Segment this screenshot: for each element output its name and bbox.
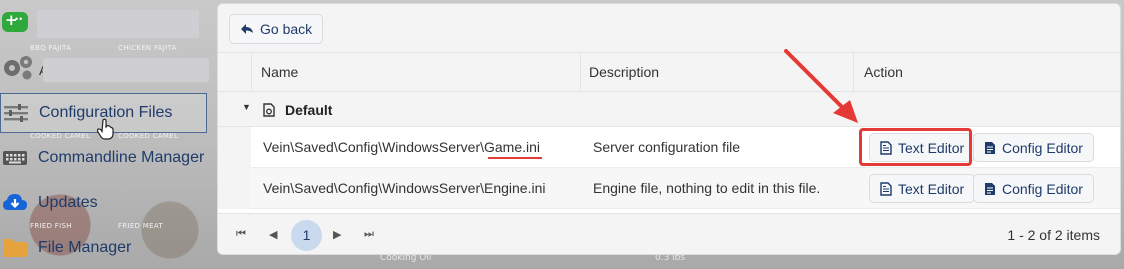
- sidebar-item-label: Updates: [38, 194, 98, 211]
- file-name-cell: Vein\Saved\Config\WindowsServer\Game.ini: [263, 139, 541, 155]
- column-separator: [580, 53, 581, 92]
- row-indent: [218, 168, 251, 209]
- sidebar-item-updates[interactable]: Updates: [0, 183, 210, 223]
- go-back-button[interactable]: Go back: [229, 14, 324, 44]
- column-header-description[interactable]: Description: [589, 53, 659, 92]
- page-1-button[interactable]: 1: [291, 220, 322, 251]
- go-back-label: Go back: [260, 21, 313, 37]
- column-separator: [853, 53, 854, 92]
- toolbar: Go back: [218, 4, 1120, 53]
- first-page-icon[interactable]: ⏮: [236, 228, 246, 241]
- pager-info: 1 - 2 of 2 items: [1007, 227, 1100, 243]
- column-header-action[interactable]: Action: [864, 53, 903, 92]
- gears-icon[interactable]: [0, 54, 34, 80]
- previous-page-icon[interactable]: ◀: [269, 228, 277, 241]
- description-cell: Server configuration file: [593, 139, 741, 155]
- next-page-icon[interactable]: ▶: [333, 228, 341, 241]
- redacted-server-name: [37, 10, 199, 38]
- config-files-panel: Go back Name Description Action ▼ Defaul…: [217, 3, 1121, 255]
- redacted-label: [43, 58, 209, 82]
- last-page-icon[interactable]: ⏭: [364, 228, 374, 241]
- group-label: Default: [285, 102, 333, 118]
- config-file-icon: [985, 182, 995, 195]
- table-row: Vein\Saved\Config\WindowsServer\Engine.i…: [218, 168, 1120, 209]
- config-file-icon: [985, 141, 995, 154]
- column-separator: [251, 53, 252, 92]
- settings-file-icon: [263, 103, 275, 117]
- hand-cursor-icon: [97, 118, 114, 140]
- config-editor-button[interactable]: Config Editor: [973, 174, 1094, 203]
- group-row-default[interactable]: ▼ Default: [218, 92, 1120, 127]
- gamepad-icon[interactable]: [2, 11, 28, 32]
- sliders-icon: [1, 99, 31, 127]
- red-highlight-box: [859, 128, 972, 166]
- sidebar-item-commandline-manager[interactable]: Commandline Manager: [0, 138, 210, 178]
- document-icon: [880, 181, 892, 196]
- table-header: Name Description Action: [218, 53, 1120, 92]
- pager: ⏮ ◀ 1 ▶ ⏭ 1 - 2 of 2 items: [218, 213, 1120, 254]
- text-editor-button[interactable]: Text Editor: [869, 174, 976, 203]
- cloud-download-icon: [0, 189, 30, 217]
- sidebar: A Configuration Files: [0, 0, 215, 269]
- file-name-cell: Vein\Saved\Config\WindowsServer\Engine.i…: [263, 180, 546, 196]
- config-files-table: Name Description Action ▼ Default Vein\S…: [218, 53, 1120, 209]
- config-editor-label: Config Editor: [1002, 180, 1083, 197]
- sidebar-item-file-manager[interactable]: File Manager: [0, 228, 210, 268]
- config-editor-label: Config Editor: [1002, 139, 1083, 156]
- column-header-name[interactable]: Name: [261, 53, 298, 92]
- collapse-triangle-icon[interactable]: ▼: [242, 102, 251, 112]
- row-indent: [218, 127, 251, 168]
- sidebar-item-label: Commandline Manager: [38, 149, 205, 166]
- text-editor-label: Text Editor: [898, 180, 965, 197]
- back-arrow-icon: [241, 24, 253, 34]
- description-cell: Engine file, nothing to edit in this fil…: [593, 180, 821, 196]
- red-underline-annotation: [488, 157, 542, 159]
- table-row: Vein\Saved\Config\WindowsServer\Game.ini…: [218, 127, 1120, 168]
- keyboard-icon: [0, 144, 30, 172]
- folder-icon: [0, 234, 30, 262]
- config-editor-button[interactable]: Config Editor: [973, 133, 1094, 162]
- sidebar-item-label: File Manager: [38, 239, 132, 256]
